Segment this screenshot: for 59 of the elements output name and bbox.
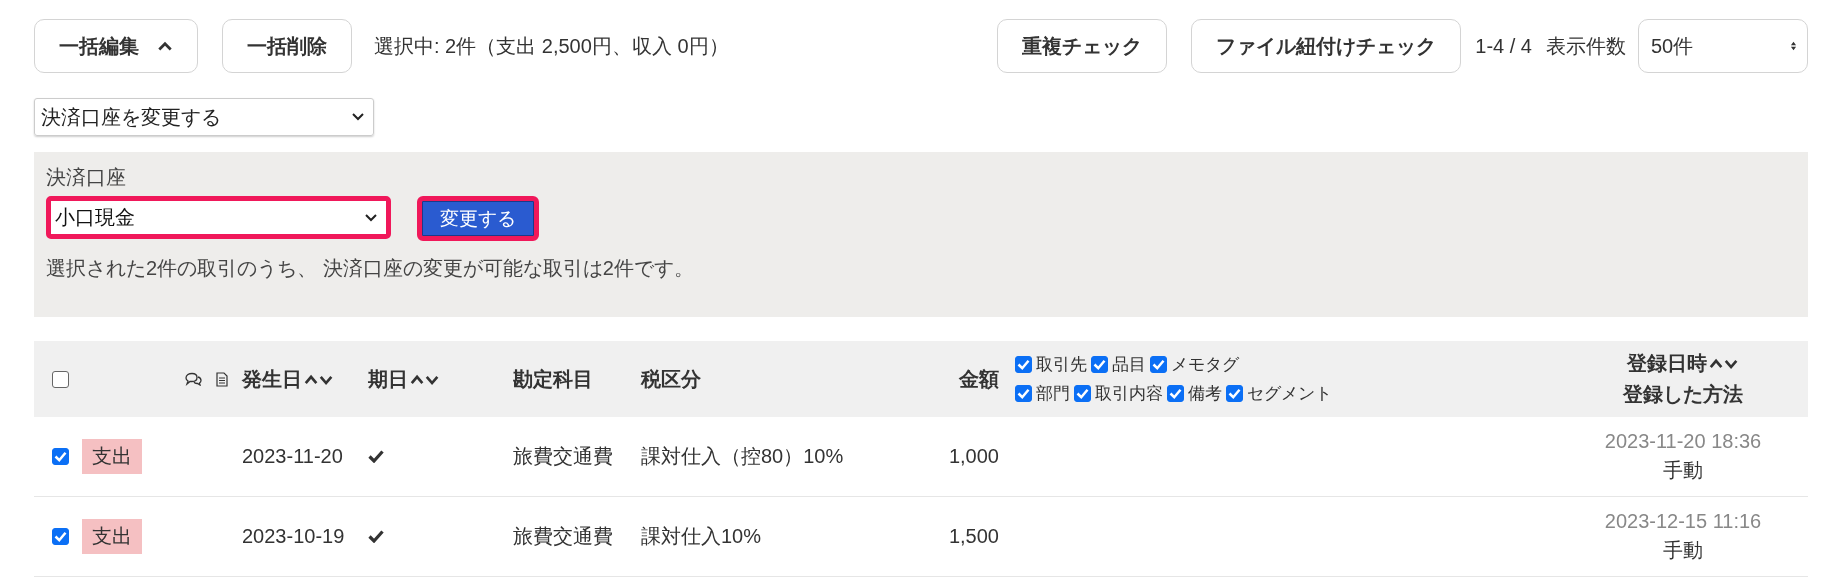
column-toggle-checkbox[interactable] (1226, 385, 1243, 402)
column-toggle-label: 取引先 (1036, 354, 1087, 376)
table-cell: 旅費交通費 (513, 525, 613, 547)
column-header: 期日 (368, 366, 408, 392)
type-tag: 支出 (82, 519, 142, 554)
column-toggle-checkbox[interactable] (1015, 385, 1032, 402)
column-toggle-checkbox[interactable] (1150, 356, 1167, 373)
sort-icon[interactable] (410, 372, 440, 386)
select-all-checkbox[interactable] (52, 370, 69, 388)
file-link-check-button[interactable]: ファイル紐付けチェック (1191, 19, 1462, 73)
page-range: 1-4 / 4 (1475, 34, 1532, 58)
column-toggle-label: 備考 (1188, 383, 1222, 405)
sort-icon[interactable] (1709, 357, 1739, 370)
per-page-select[interactable]: 50件 (1638, 19, 1808, 73)
duplicate-check-button[interactable]: 重複チェック (997, 19, 1168, 73)
document-icon (216, 371, 228, 387)
row-checkbox[interactable] (52, 448, 69, 465)
column-toggle-label: セグメント (1247, 383, 1332, 405)
column-header: 登録した方法 (1623, 382, 1743, 407)
account-label: 決済口座 (46, 165, 127, 190)
table-cell: 2023-10-19 (242, 525, 345, 547)
spinner-arrows-icon (1790, 40, 1797, 52)
column-toggle-label: 取引内容 (1095, 383, 1163, 405)
column-toggle-checkbox[interactable] (1167, 385, 1184, 402)
column-header: 金額 (959, 366, 999, 392)
column-toggle-checkbox[interactable] (1091, 356, 1108, 373)
column-header: 発生日 (242, 366, 302, 392)
selection-summary: 選択中: 2件（支出 2,500円、収入 0円） (374, 33, 729, 59)
table-cell: 2023-11-20 18:36 (1604, 429, 1762, 453)
type-tag: 支出 (82, 439, 142, 474)
panel-note: 選択された2件の取引のうち、 決済口座の変更が可能な取引は2件です。 (46, 256, 695, 281)
table-cell: 1,500 (948, 525, 999, 547)
table-cell: 課対仕入10% (641, 525, 762, 547)
comment-icon (184, 372, 202, 386)
table-cell-text: 手動 (1663, 457, 1703, 483)
action-select[interactable]: 決済口座を変更する (34, 98, 374, 136)
table-cell: 旅費交通費 (513, 445, 613, 467)
row-checkbox[interactable] (52, 528, 69, 545)
bulk-delete-button[interactable]: 一括削除 (222, 19, 352, 73)
account-select[interactable]: 小口現金 (46, 196, 391, 239)
column-toggle-label: 品目 (1112, 354, 1146, 376)
table-cell: 1,000 (948, 445, 999, 467)
column-toggle-label: メモタグ (1171, 354, 1239, 376)
change-button[interactable]: 変更する (417, 196, 539, 241)
column-header: 登録日時 (1627, 351, 1707, 376)
per-page-label: 表示件数 (1546, 33, 1626, 59)
sort-icon[interactable] (304, 372, 334, 386)
column-toggle-checkbox[interactable] (1015, 356, 1032, 373)
chevron-down-icon (351, 112, 365, 122)
table-cell-text: 手動 (1663, 537, 1703, 563)
column-toggle-label: 部門 (1036, 383, 1070, 405)
table-cell: 2023-12-15 11:16 (1604, 509, 1762, 533)
column-header: 勘定科目 (513, 366, 593, 392)
table-cell: 課対仕入（控80）10% (641, 445, 844, 467)
column-header: 税区分 (641, 366, 701, 392)
table-cell: 2023-11-20 (242, 445, 343, 467)
column-toggle-checkbox[interactable] (1074, 385, 1091, 402)
bulk-edit-button[interactable]: 一括編集 (34, 19, 198, 73)
chevron-down-icon (364, 212, 378, 223)
